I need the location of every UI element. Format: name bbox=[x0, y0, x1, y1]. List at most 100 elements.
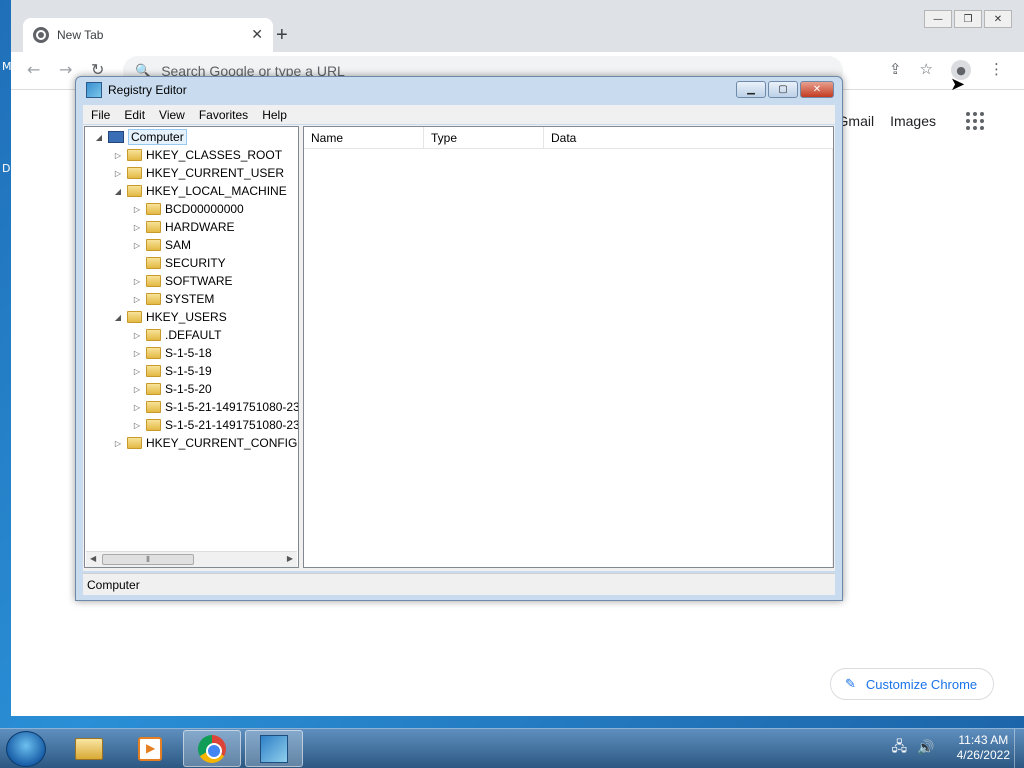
tree-item[interactable]: SECURITY bbox=[131, 254, 226, 272]
column-type[interactable]: Type bbox=[424, 127, 544, 148]
registry-tree[interactable]: ▷ HKEY_CURRENT_CONFIG ▷ S-1-5-21-1491751080… bbox=[84, 126, 299, 568]
tree-item[interactable]: ◢ HKEY_USERS bbox=[112, 308, 227, 326]
volume-icon[interactable]: 🔊 bbox=[917, 740, 934, 756]
taskbar-registry-editor[interactable] bbox=[245, 730, 303, 767]
taskbar-media-player[interactable] bbox=[121, 730, 179, 767]
toolbar-right-icons: ⇪ ☆ ● ⋮ bbox=[889, 60, 1004, 80]
expander-icon[interactable]: ▷ bbox=[131, 277, 143, 286]
close-button[interactable]: ✕ bbox=[984, 10, 1012, 28]
tree-item[interactable]: ▷ HKEY_CLASSES_ROOT bbox=[112, 146, 282, 164]
regedit-title: Registry Editor bbox=[108, 83, 187, 97]
menu-kebab-icon[interactable]: ⋮ bbox=[989, 60, 1004, 80]
folder-icon bbox=[146, 293, 161, 305]
tree-item-label: SECURITY bbox=[165, 256, 226, 270]
scroll-left-icon[interactable]: ◀ bbox=[90, 554, 96, 563]
google-apps-icon[interactable] bbox=[966, 112, 984, 130]
tree-item[interactable]: ▷ S-1-5-20 bbox=[131, 380, 212, 398]
customize-chrome-button[interactable]: ✎ Customize Chrome bbox=[830, 668, 994, 700]
expander-icon[interactable]: ◢ bbox=[112, 187, 124, 196]
expander-icon[interactable]: ▷ bbox=[131, 421, 143, 430]
share-icon[interactable]: ⇪ bbox=[889, 60, 902, 80]
column-name[interactable]: Name bbox=[304, 127, 424, 148]
expander-icon[interactable]: ▷ bbox=[131, 403, 143, 412]
tree-horizontal-scrollbar[interactable]: ◀ ⦀ ▶ bbox=[86, 551, 297, 567]
expander-icon[interactable]: ◢ bbox=[93, 133, 105, 142]
images-link[interactable]: Images bbox=[890, 113, 936, 129]
expander-icon[interactable]: ▷ bbox=[131, 295, 143, 304]
computer-icon bbox=[108, 131, 124, 143]
folder-icon bbox=[127, 311, 142, 323]
expander-icon[interactable]: ▷ bbox=[131, 349, 143, 358]
tree-item-label: SYSTEM bbox=[165, 292, 215, 306]
expander-icon[interactable]: ▷ bbox=[131, 385, 143, 394]
desktop-letter-d: D bbox=[2, 162, 11, 175]
tree-item[interactable]: ◢ HKEY_LOCAL_MACHINE bbox=[112, 182, 287, 200]
expander-icon[interactable]: ▷ bbox=[112, 151, 124, 160]
menu-edit[interactable]: Edit bbox=[124, 108, 145, 122]
minimize-button[interactable]: — bbox=[924, 10, 952, 28]
expander-icon[interactable]: ▷ bbox=[131, 205, 143, 214]
tree-item[interactable]: ▷ S-1-5-21-1491751080-236 bbox=[131, 398, 298, 416]
tree-item[interactable]: ▷ HKEY_CURRENT_CONFIG bbox=[112, 434, 297, 452]
clock-time: 11:43 AM bbox=[958, 733, 1009, 747]
tab-close-icon[interactable]: ✕ bbox=[251, 27, 263, 43]
menu-view[interactable]: View bbox=[159, 108, 185, 122]
regedit-titlebar[interactable]: Registry Editor bbox=[76, 77, 842, 103]
tree-item[interactable]: ▷ BCD00000000 bbox=[131, 200, 244, 218]
expander-icon[interactable]: ◢ bbox=[112, 313, 124, 322]
expander-icon[interactable]: ▷ bbox=[112, 169, 124, 178]
column-data[interactable]: Data bbox=[544, 127, 833, 148]
expander-icon[interactable]: ▷ bbox=[131, 241, 143, 250]
show-desktop-button[interactable] bbox=[1014, 729, 1024, 768]
taskbar-chrome[interactable] bbox=[183, 730, 241, 767]
maximize-button[interactable]: ❐ bbox=[954, 10, 982, 28]
tree-item-label: Computer bbox=[128, 129, 187, 145]
regedit-maximize-button[interactable]: ▢ bbox=[768, 81, 798, 98]
tree-item[interactable]: ▷ HKEY_CURRENT_USER bbox=[112, 164, 284, 182]
tree-item[interactable]: ▷ S-1-5-18 bbox=[131, 344, 212, 362]
network-icon[interactable]: 🖧 bbox=[892, 736, 908, 760]
tree-item[interactable]: ▷ S-1-5-19 bbox=[131, 362, 212, 380]
scroll-right-icon[interactable]: ▶ bbox=[287, 554, 293, 563]
customize-chrome-label: Customize Chrome bbox=[865, 676, 978, 692]
back-arrow-icon[interactable]: ← bbox=[27, 60, 40, 79]
tree-item[interactable]: ▷ SYSTEM bbox=[131, 290, 214, 308]
tree-item-label: HKEY_CLASSES_ROOT bbox=[146, 148, 283, 162]
tree-item[interactable]: ▷ .DEFAULT bbox=[131, 326, 222, 344]
scroll-thumb[interactable]: ⦀ bbox=[102, 554, 194, 565]
expander-icon[interactable]: ▷ bbox=[131, 331, 143, 340]
tab-title: New Tab bbox=[57, 28, 104, 42]
gmail-link[interactable]: Gmail bbox=[838, 113, 875, 129]
expander-icon[interactable]: ▷ bbox=[131, 367, 143, 376]
tree-item[interactable]: ◢ Computer bbox=[93, 128, 187, 146]
chrome-favicon-icon bbox=[33, 27, 49, 43]
clock[interactable]: 11:43 AM 4/26/2022 bbox=[957, 733, 1010, 763]
bookmark-star-icon[interactable]: ☆ bbox=[920, 60, 933, 80]
forward-arrow-icon[interactable]: → bbox=[59, 60, 72, 79]
expander-icon[interactable]: ▷ bbox=[131, 223, 143, 232]
tree-item-label: HKEY_CURRENT_CONFIG bbox=[146, 436, 298, 450]
tree-item[interactable]: ▷ S-1-5-21-1491751080-236 bbox=[131, 416, 299, 434]
new-tab-button[interactable]: + bbox=[276, 24, 288, 47]
regedit-minimize-button[interactable]: ▁ bbox=[736, 81, 766, 98]
taskbar-explorer[interactable] bbox=[60, 730, 118, 767]
registry-values-list[interactable]: Name Type Data bbox=[303, 126, 834, 568]
regedit-close-button[interactable]: ✕ bbox=[800, 81, 834, 98]
registry-editor-window: Registry Editor ▁ ▢ ✕ File Edit View Fav… bbox=[75, 76, 843, 601]
folder-icon bbox=[127, 437, 142, 449]
menu-favorites[interactable]: Favorites bbox=[199, 108, 248, 122]
menu-file[interactable]: File bbox=[91, 108, 110, 122]
menu-help[interactable]: Help bbox=[262, 108, 287, 122]
folder-icon bbox=[146, 203, 161, 215]
folder-icon bbox=[75, 737, 103, 760]
registry-editor-icon bbox=[86, 82, 102, 98]
start-button[interactable] bbox=[6, 731, 46, 767]
tree-item-label: BCD00000000 bbox=[165, 202, 244, 216]
tree-item[interactable]: ▷ SAM bbox=[131, 236, 191, 254]
expander-icon[interactable]: ▷ bbox=[112, 439, 124, 448]
chrome-icon bbox=[198, 734, 226, 763]
tree-item[interactable]: ▷ SOFTWARE bbox=[131, 272, 233, 290]
chrome-tab-new-tab[interactable]: New Tab ✕ bbox=[23, 18, 273, 52]
tree-item-label: S-1-5-21-1491751080-236 bbox=[165, 418, 299, 432]
tree-item[interactable]: ▷ HARDWARE bbox=[131, 218, 235, 236]
